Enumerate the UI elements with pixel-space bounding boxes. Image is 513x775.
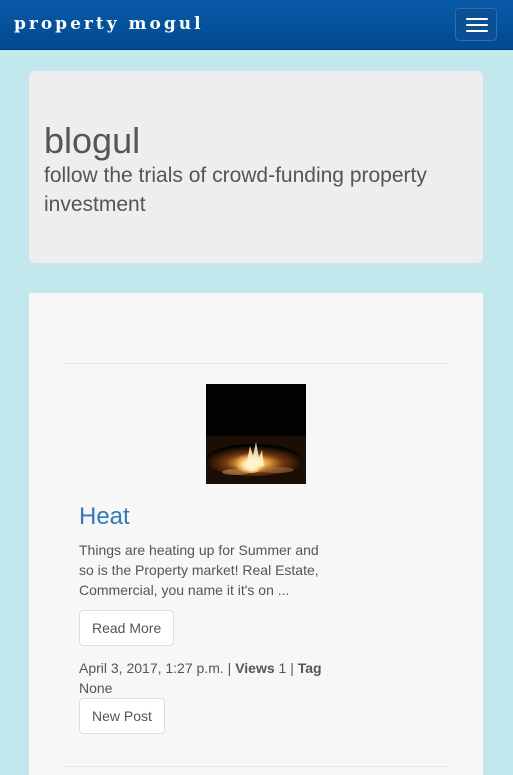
navbar: property mogul <box>0 0 513 50</box>
divider <box>64 766 448 767</box>
divider <box>64 363 448 364</box>
page-title: blogul <box>44 120 141 161</box>
read-more-button[interactable]: Read More <box>79 610 175 646</box>
hamburger-menu-icon-bar <box>466 30 488 32</box>
views-count: 1 <box>278 660 287 676</box>
post-list-panel: Heat Things are heating up for Summer an… <box>29 293 483 775</box>
post-excerpt: Things are heating up for Summer and so … <box>79 542 319 598</box>
page-subtitle: follow the trials of crowd-funding prope… <box>44 164 427 216</box>
meta-separator: | <box>227 660 232 676</box>
hamburger-menu-icon-bar <box>466 24 488 26</box>
menu-toggle-button[interactable] <box>455 8 497 41</box>
views-label: Views <box>235 660 275 676</box>
post-thumbnail[interactable] <box>206 384 306 484</box>
bonfire-image <box>206 384 306 484</box>
hamburger-menu-icon <box>466 18 488 20</box>
post-date: April 3, 2017, 1:27 p.m. <box>79 660 224 676</box>
tag-value: None <box>79 680 113 696</box>
tag-label: Tag <box>297 660 322 676</box>
post-meta: April 3, 2017, 1:27 p.m. | Views 1 | Tag… <box>79 658 339 698</box>
brand-logo-text[interactable]: property mogul <box>14 14 204 34</box>
jumbotron: blogul follow the trials of crowd-fundin… <box>29 71 483 263</box>
new-post-button[interactable]: New Post <box>79 698 165 734</box>
meta-separator: | <box>290 660 294 676</box>
post-title-link[interactable]: Heat <box>79 503 130 531</box>
